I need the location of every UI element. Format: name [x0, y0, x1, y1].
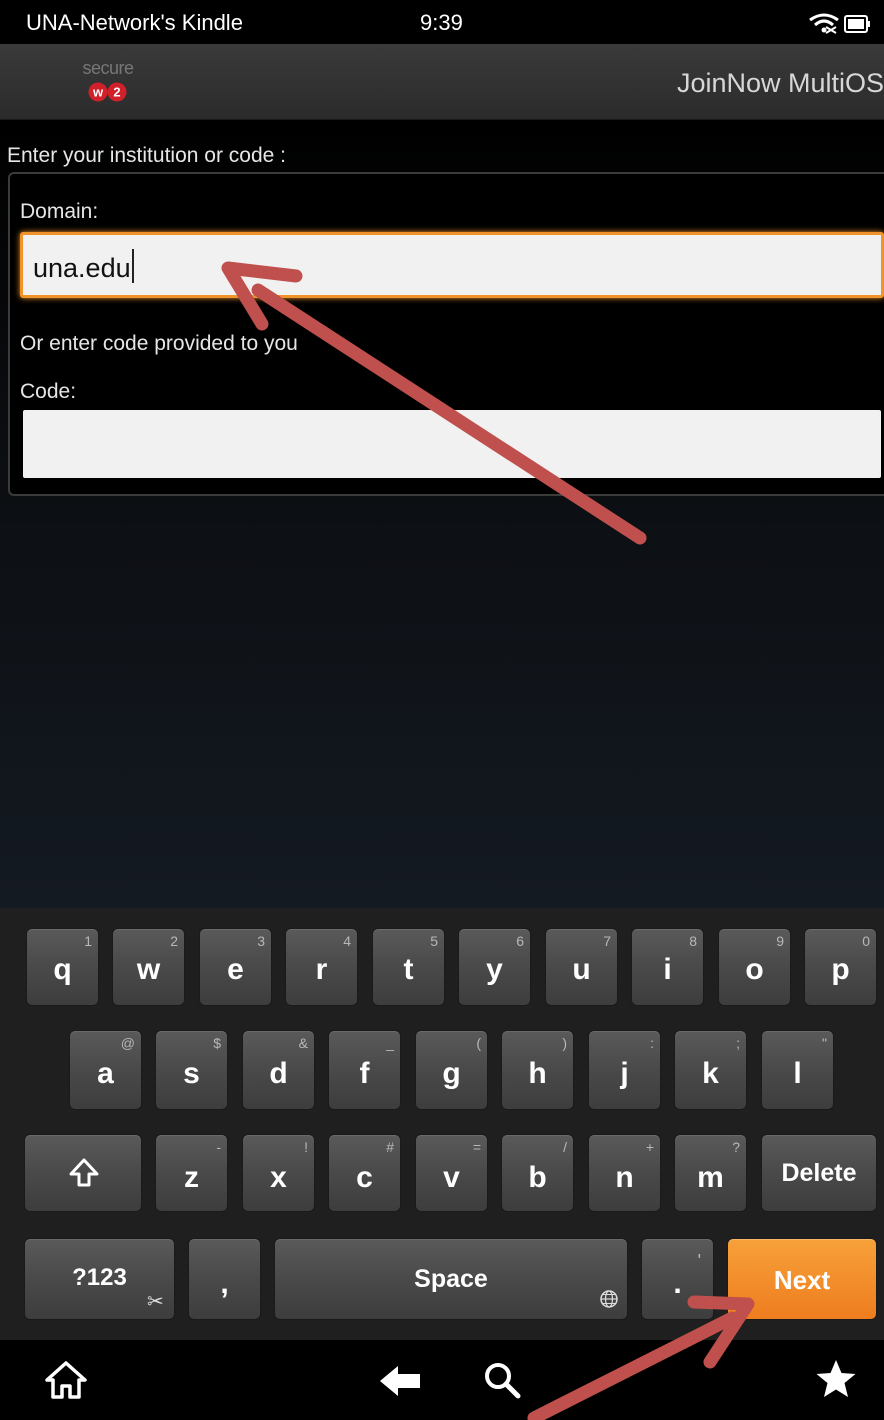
key-a[interactable]: @ a	[69, 1030, 142, 1110]
key-o[interactable]: 9o	[718, 928, 791, 1006]
back-icon[interactable]	[378, 1364, 422, 1398]
battery-icon	[844, 15, 870, 33]
shift-arrow-icon	[69, 1158, 99, 1187]
key-k[interactable]: ; k	[674, 1030, 747, 1110]
code-prompt: Or enter code provided to you	[20, 332, 298, 355]
key-q[interactable]: 1q	[26, 928, 99, 1006]
wifi-icon	[809, 13, 839, 34]
period-key[interactable]: ' .	[641, 1238, 714, 1320]
app-title: JoinNow MultiOS	[676, 68, 884, 98]
key-t[interactable]: 5t	[372, 928, 445, 1006]
key-f[interactable]: _ f	[328, 1030, 401, 1110]
search-icon[interactable]	[482, 1360, 524, 1400]
key-s[interactable]: $ s	[155, 1030, 228, 1110]
key-d[interactable]: & d	[242, 1030, 315, 1110]
favorites-icon[interactable]	[814, 1358, 858, 1400]
key-h[interactable]: ) h	[501, 1030, 574, 1110]
home-icon[interactable]	[44, 1360, 88, 1400]
delete-key[interactable]: Delete	[761, 1134, 877, 1212]
logo-text: secure	[82, 58, 134, 78]
shift-key[interactable]	[24, 1134, 142, 1212]
space-key[interactable]: Space	[274, 1238, 628, 1320]
symbols-key[interactable]: ?123 ✂	[24, 1238, 175, 1320]
key-c[interactable]: # c	[328, 1134, 401, 1212]
key-r[interactable]: 4r	[285, 928, 358, 1006]
svg-text:2: 2	[113, 85, 120, 100]
nav-bar	[0, 1340, 884, 1420]
text-caret	[131, 249, 134, 283]
code-input[interactable]	[23, 410, 881, 478]
key-e[interactable]: 3e	[199, 928, 272, 1006]
domain-input-value: una.edu	[33, 249, 134, 284]
key-m[interactable]: ? m	[674, 1134, 747, 1212]
next-button[interactable]: Next	[727, 1238, 877, 1320]
key-z[interactable]: -z	[155, 1134, 228, 1212]
institution-prompt: Enter your institution or code :	[7, 144, 286, 167]
svg-text:w: w	[92, 85, 104, 100]
key-p[interactable]: 0p	[804, 928, 877, 1006]
app-header: secure w 2 JoinNow MultiOS	[0, 44, 884, 120]
form-panel: Domain: una.edu Or enter code provided t…	[8, 172, 884, 496]
comma-key[interactable]: ,	[188, 1238, 261, 1320]
w2-badge-icon: w 2	[88, 82, 127, 102]
key-b[interactable]: / b	[501, 1134, 574, 1212]
main-content: Enter your institution or code : Domain:…	[0, 120, 884, 908]
key-l[interactable]: " l	[761, 1030, 834, 1110]
globe-icon	[600, 1290, 618, 1308]
device-name: UNA-Network's Kindle	[26, 10, 243, 35]
key-j[interactable]: :j	[588, 1030, 661, 1110]
key-y[interactable]: 6y	[458, 928, 531, 1006]
key-g[interactable]: (g	[415, 1030, 488, 1110]
on-screen-keyboard: 1q 2w 3e 4r 5t 6y 7u 8i 9o 0p @ a $ s & d _…	[0, 908, 884, 1340]
key-w[interactable]: 2w	[112, 928, 185, 1006]
key-n[interactable]: + n	[588, 1134, 661, 1212]
domain-label: Domain:	[20, 200, 99, 223]
key-u[interactable]: 7u	[545, 928, 618, 1006]
status-bar: UNA-Network's Kindle 9:39	[0, 0, 884, 44]
code-label: Code:	[20, 380, 77, 403]
key-x[interactable]: ! x	[242, 1134, 315, 1212]
scissors-icon: ✂	[147, 1291, 164, 1313]
domain-input[interactable]: una.edu	[20, 232, 884, 298]
securew2-logo: secure w 2	[72, 56, 152, 108]
key-v[interactable]: = v	[415, 1134, 488, 1212]
key-i[interactable]: 8i	[631, 928, 704, 1006]
clock: 9:39	[420, 10, 463, 35]
